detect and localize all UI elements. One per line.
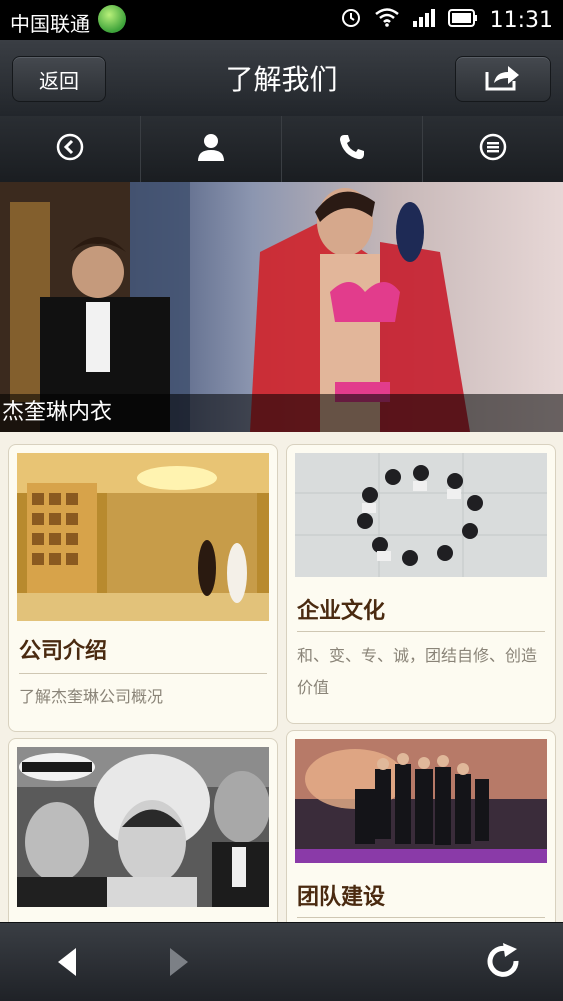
refresh-icon <box>487 943 519 977</box>
back-circle-icon <box>55 132 85 166</box>
status-icons: 11:31 <box>340 6 553 34</box>
card-title: 公司介绍 <box>19 639 108 664</box>
card-description: 和、变、专、诚，团结自修、创造价值 <box>297 646 538 697</box>
bottom-nav <box>0 922 563 1001</box>
showroom-image <box>17 453 269 621</box>
toolbar-menu[interactable] <box>423 116 563 182</box>
card-divider <box>19 673 267 674</box>
signal-icon <box>412 7 436 33</box>
card-title: 企业文化 <box>297 599 386 624</box>
banner-caption: 杰奎琳内衣 <box>0 394 563 432</box>
clock-time: 11:31 <box>489 7 553 33</box>
hero-banner[interactable]: 杰奎琳内衣 <box>0 182 563 432</box>
status-bar: 中国联通 11:31 <box>0 0 563 40</box>
arrow-left-icon <box>58 948 76 976</box>
card-company-intro[interactable]: 公司介绍 了解杰奎琳公司概况 <box>8 444 278 732</box>
nav-forward-button[interactable] <box>164 945 192 983</box>
toolbar-about[interactable] <box>141 116 282 182</box>
card-description: 了解杰奎琳公司概况 <box>19 687 164 706</box>
card-team-building[interactable]: 团队建设 <box>286 730 556 940</box>
icon-toolbar <box>0 116 563 182</box>
arrow-right-icon <box>170 948 188 976</box>
card-divider <box>297 917 545 918</box>
historic-photo-image <box>17 747 269 907</box>
share-icon <box>484 62 522 96</box>
card-title: 团队建设 <box>297 885 386 910</box>
card-corporate-culture[interactable]: 企业文化 和、变、专、诚，团结自修、创造价值 <box>286 444 556 724</box>
app-header: 返回 了解我们 <box>0 40 563 117</box>
refresh-button[interactable] <box>483 941 523 985</box>
phone-icon <box>337 132 367 166</box>
alarm-icon <box>340 6 362 34</box>
menu-icon <box>478 132 508 166</box>
toolbar-call[interactable] <box>282 116 423 182</box>
team-circle-image <box>295 453 547 577</box>
stage-performance-image <box>295 739 547 863</box>
toolbar-back[interactable] <box>0 116 141 182</box>
wifi-icon <box>374 7 400 33</box>
carrier-name: 中国联通 <box>10 12 90 36</box>
share-button[interactable] <box>455 56 551 102</box>
battery-icon <box>447 8 478 33</box>
card-history-photo[interactable] <box>8 738 278 940</box>
user-icon <box>196 132 226 166</box>
nav-back-button[interactable] <box>54 945 82 983</box>
chat-notification-icon <box>98 5 126 33</box>
card-divider <box>297 631 545 632</box>
